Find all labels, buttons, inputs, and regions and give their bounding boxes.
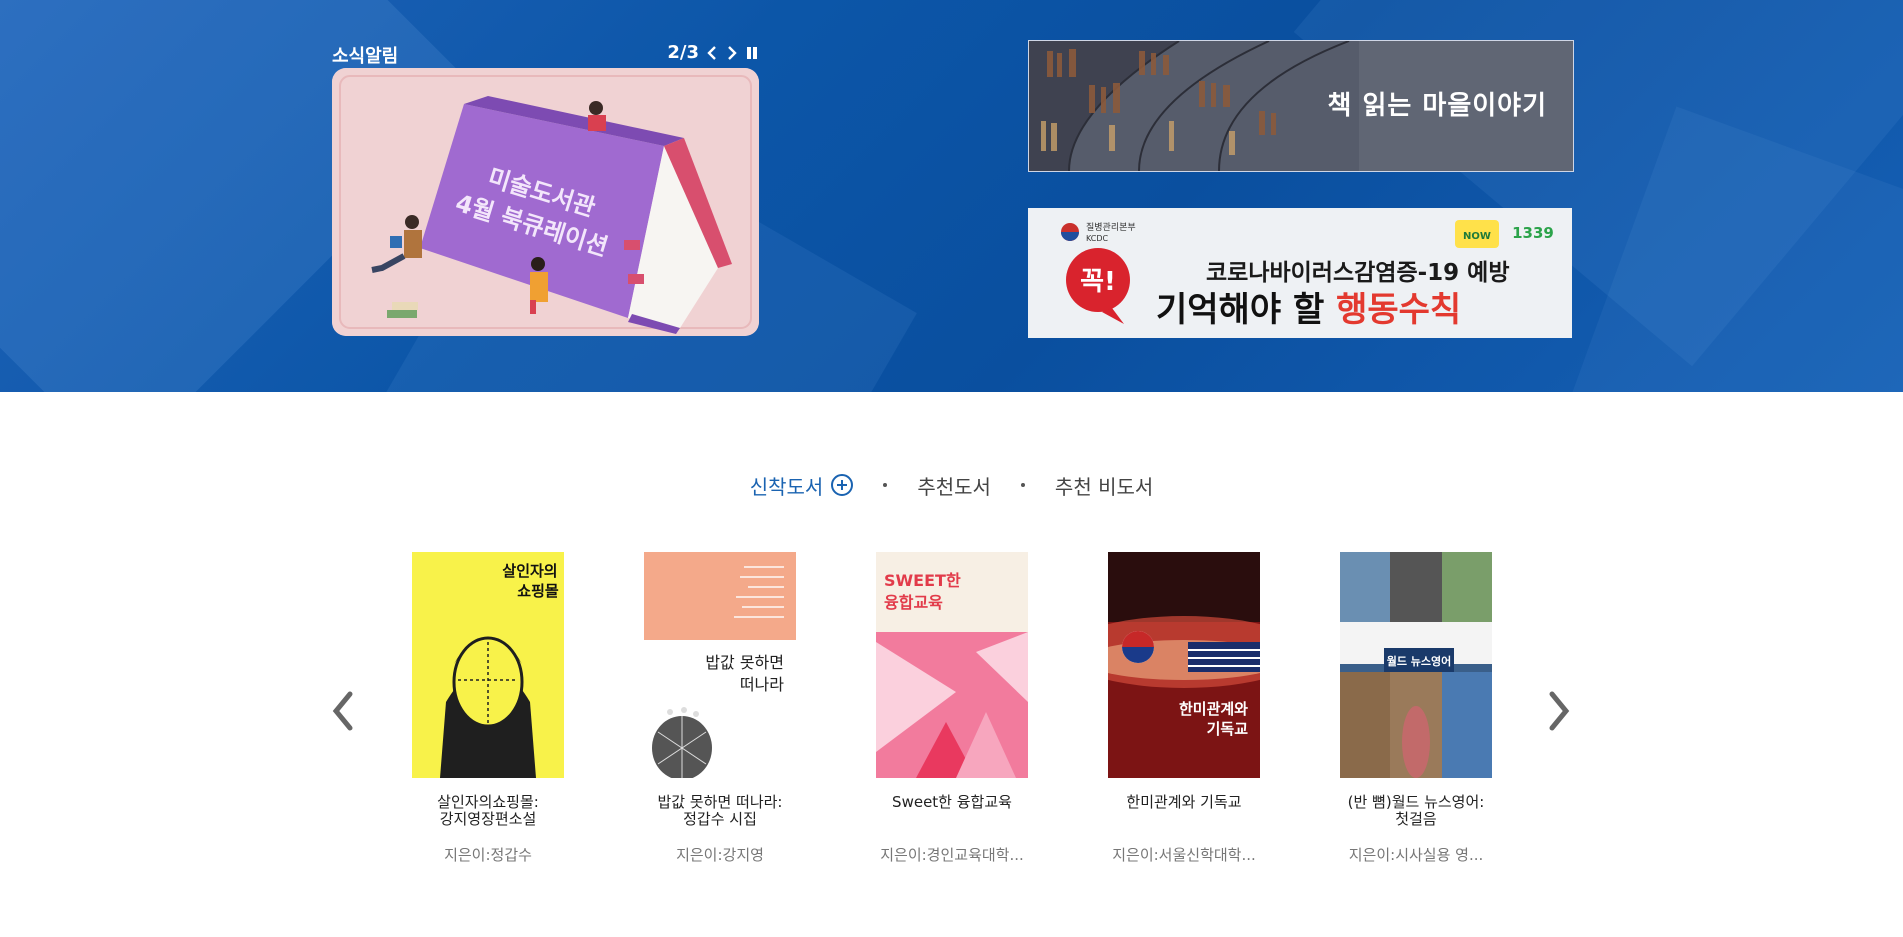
tab-label: 신착도서 (749, 474, 824, 499)
village-story-banner[interactable]: 책 읽는 마을이야기 (1028, 40, 1574, 172)
plus-icon[interactable] (831, 474, 854, 496)
banner-line-2a: 기억해야 할 (1156, 290, 1336, 330)
banner-line-2b: 행동수칙 (1336, 290, 1461, 330)
agency-name: 질병관리본부 (1086, 221, 1136, 233)
banner-title: 책 읽는 마을이야기 (1327, 91, 1547, 121)
book-tabs: 신착도서 추천도서 추천 비도서 (0, 470, 1903, 500)
book-curation-illustration: 미술도서관 4월 북큐레이션 (332, 68, 759, 336)
carousel-prev-button[interactable] (326, 686, 362, 736)
notice-slide-image[interactable]: 미술도서관 4월 북큐레이션 (332, 68, 759, 336)
svg-text:떠나라: 떠나라 (740, 675, 784, 694)
book-card[interactable]: 한미관계와 기독교 한미관계와 기독교 지은이:서울신학대학... (1099, 552, 1269, 865)
next-icon[interactable] (725, 44, 739, 62)
book-card[interactable]: 밥값 못하면 떠나라 밥값 못하면 떠나라: 정갑수 시집 지은이:강지영 (635, 552, 805, 865)
book-author: 지은이:강지영 (676, 846, 764, 864)
carousel-next-button[interactable] (1540, 686, 1576, 736)
tab-separator (883, 483, 888, 487)
tab-recommended-nonbooks[interactable]: 추천 비도서 (1055, 471, 1153, 500)
chevron-right-icon (1549, 691, 1570, 731)
book-cover[interactable]: 한미관계와 기독교 (1108, 552, 1260, 778)
hero-banner-section: 소식알림 2/3 미술도서관 4월 북큐레이션 책 읽는 마을이야기 질병관리본… (0, 0, 1903, 392)
book-author: 지은이:서울신학대학... (1112, 846, 1256, 864)
book-author: 지은이:시사실용 영... (1348, 846, 1484, 864)
book-card[interactable]: 월드 뉴스영어 (반 뼘)월드 뉴스영어: 첫걸음 지은이:시사실용 영... (1331, 552, 1501, 865)
book-cover[interactable]: 밥값 못하면 떠나라 (644, 552, 796, 778)
book-cover-image: 살인자의 쇼핑몰 (412, 552, 564, 778)
book-title[interactable]: 살인자의쇼핑몰: 강지영장편소설 (403, 794, 573, 830)
badge-text: 꼭! (1080, 267, 1116, 297)
notice-header: 소식알림 2/3 (332, 42, 759, 67)
svg-text:SWEET한: SWEET한 (884, 571, 961, 590)
covid-prevention-banner[interactable]: 질병관리본부 KCDC NOW 1339 꼭! 코로나바이러스감염증-19 예방… (1028, 208, 1572, 338)
book-cover[interactable]: SWEET한 융합교육 (876, 552, 1028, 778)
svg-text:기독교: 기독교 (1207, 720, 1249, 738)
notice-counter: 2/3 (667, 42, 699, 63)
book-card[interactable]: 살인자의 쇼핑몰 살인자의쇼핑몰: 강지영장편소설 지은이:정갑수 (403, 552, 573, 865)
book-cover-image: SWEET한 융합교육 (876, 552, 1028, 778)
agency-name-en: KCDC (1086, 234, 1109, 243)
hotline-number: 1339 (1512, 224, 1554, 242)
book-cover-image: 월드 뉴스영어 (1340, 552, 1492, 778)
prev-icon[interactable] (705, 44, 719, 62)
tab-label: 추천도서 (917, 474, 991, 499)
svg-text:쇼핑몰: 쇼핑몰 (517, 582, 559, 600)
covid-banner-graphic: 질병관리본부 KCDC NOW 1339 꼭! 코로나바이러스감염증-19 예방… (1028, 208, 1572, 338)
book-cover[interactable]: 살인자의 쇼핑몰 (412, 552, 564, 778)
tab-label: 추천 비도서 (1054, 474, 1154, 499)
book-title[interactable]: 밥값 못하면 떠나라: 정갑수 시집 (635, 794, 805, 830)
notice-title: 소식알림 (332, 46, 399, 67)
tab-recommended-books[interactable]: 추천도서 (917, 471, 991, 500)
svg-text:살인자의: 살인자의 (502, 562, 557, 580)
svg-text:NOW: NOW (1463, 231, 1491, 242)
book-author: 지은이:경인교육대학... (880, 846, 1024, 864)
chevron-left-icon (332, 691, 353, 731)
tab-new-books[interactable]: 신착도서 (750, 471, 854, 500)
svg-text:밥값 못하면: 밥값 못하면 (705, 653, 784, 672)
banner-line-1: 코로나바이러스감염증-19 예방 (1206, 260, 1509, 286)
book-title[interactable]: 한미관계와 기독교 (1099, 794, 1269, 830)
tab-separator (1020, 483, 1025, 487)
book-title[interactable]: Sweet한 융합교육 (867, 794, 1037, 830)
svg-text:기억해야 할 행동수칙: 기억해야 할 행동수칙 (1156, 290, 1461, 330)
book-cover-image: 한미관계와 기독교 (1108, 552, 1260, 778)
notice-controls: 2/3 (667, 42, 759, 63)
svg-text:월드 뉴스영어: 월드 뉴스영어 (1387, 654, 1452, 668)
svg-text:융합교육: 융합교육 (884, 593, 943, 612)
book-card[interactable]: SWEET한 융합교육 Sweet한 융합교육 지은이:경인교육대학... (867, 552, 1037, 865)
book-cover-image: 밥값 못하면 떠나라 (644, 552, 796, 778)
svg-text:한미관계와: 한미관계와 (1179, 700, 1248, 718)
pause-icon[interactable] (745, 44, 759, 62)
book-cover[interactable]: 월드 뉴스영어 (1340, 552, 1492, 778)
book-title[interactable]: (반 뼘)월드 뉴스영어: 첫걸음 (1331, 794, 1501, 830)
book-author: 지은이:정갑수 (444, 846, 532, 864)
